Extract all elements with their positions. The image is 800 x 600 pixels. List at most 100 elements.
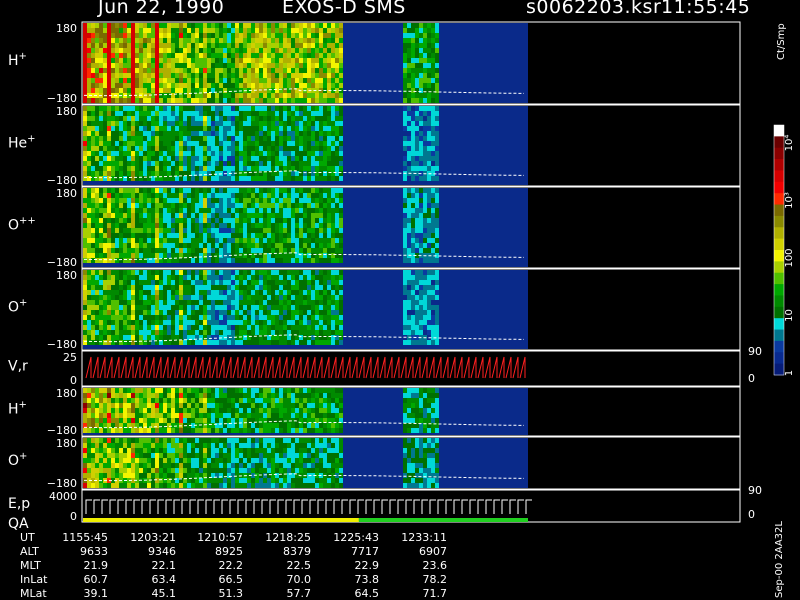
spectrogram-cell xyxy=(131,73,135,78)
spectrogram-cell xyxy=(187,38,191,43)
spectrogram-cell xyxy=(107,248,111,253)
spectrogram-cell xyxy=(291,228,295,233)
spectrogram-cell xyxy=(335,121,339,126)
spectrogram-cell xyxy=(267,188,271,193)
spectrogram-cell xyxy=(331,68,335,73)
spectrogram-cell xyxy=(271,208,275,213)
spectrogram-cell xyxy=(103,213,107,218)
spectrogram-cell xyxy=(107,63,111,68)
spectrogram-cell xyxy=(163,428,167,433)
spectrogram-cell xyxy=(419,270,423,275)
spectrogram-cell xyxy=(203,223,207,228)
spectrogram-cell xyxy=(231,73,235,78)
spectrogram-cell xyxy=(423,218,427,223)
spectrogram-cell xyxy=(307,68,311,73)
spectrogram-cell xyxy=(147,131,151,136)
spectrogram-cell xyxy=(131,88,135,93)
spectrogram-cell xyxy=(335,275,339,280)
spectrogram-cell xyxy=(231,320,235,325)
spectrogram-cell xyxy=(131,161,135,166)
spectrogram-cell xyxy=(103,315,107,320)
y-axis-bottom-label: −180 xyxy=(47,256,77,269)
spectrogram-cell xyxy=(263,295,267,300)
spectrogram-cell xyxy=(275,78,279,83)
spectrogram-cell xyxy=(307,63,311,68)
spectrogram-cell xyxy=(215,223,219,228)
spectrogram-cell xyxy=(291,218,295,223)
spectrogram-cell xyxy=(243,228,247,233)
spectrogram-cell xyxy=(183,275,187,280)
spectrogram-cell xyxy=(235,58,239,63)
spectrogram-cell xyxy=(259,98,263,103)
spectrogram-cell xyxy=(107,325,111,330)
spectrogram-cell xyxy=(195,93,199,98)
spectrogram-cell xyxy=(427,208,431,213)
spectrogram-cell xyxy=(287,146,291,151)
spectrogram-cell xyxy=(279,53,283,58)
spectrogram-cell xyxy=(135,151,139,156)
spectrogram-cell xyxy=(331,233,335,238)
spectrogram-cell xyxy=(323,136,327,141)
spectrogram-cell xyxy=(315,290,319,295)
spectrogram-cell xyxy=(275,151,279,156)
spectrogram-cell xyxy=(271,280,275,285)
spectrogram-cell xyxy=(111,280,115,285)
spectrogram-cell xyxy=(219,320,223,325)
spectrogram-cell xyxy=(251,408,255,413)
spectrogram-cell xyxy=(435,320,439,325)
spectrogram-cell xyxy=(247,146,251,151)
spectrogram-cell xyxy=(251,208,255,213)
spectrogram-cell xyxy=(99,33,103,38)
spectrogram-cell xyxy=(107,285,111,290)
spectrogram-cell xyxy=(295,203,299,208)
spectrogram-cell xyxy=(211,73,215,78)
spectrogram-cell xyxy=(183,330,187,335)
spectrogram-cell xyxy=(431,121,435,126)
spectrogram-cell xyxy=(115,63,119,68)
spectrogram-cell xyxy=(99,88,103,93)
spectrogram-cell xyxy=(183,141,187,146)
spectrogram-cell xyxy=(199,203,203,208)
spectrogram-cell xyxy=(255,300,259,305)
spectrogram-cell xyxy=(311,305,315,310)
spectrogram-cell xyxy=(183,233,187,238)
spectrogram-cell xyxy=(183,393,187,398)
spectrogram-cell xyxy=(335,290,339,295)
spectrogram-cell xyxy=(267,48,271,53)
spectrogram-cell xyxy=(327,53,331,58)
spectrogram-cell xyxy=(171,320,175,325)
spectrogram-cell xyxy=(147,208,151,213)
spectrogram-cell xyxy=(147,228,151,233)
spectrogram-cell xyxy=(163,330,167,335)
spectrogram-cell xyxy=(187,116,191,121)
spectrogram-cell xyxy=(127,208,131,213)
spectrogram-cell xyxy=(187,131,191,136)
spectrogram-cell xyxy=(307,126,311,131)
spectrogram-cell xyxy=(223,98,227,103)
spectrogram-cell xyxy=(207,315,211,320)
spectrogram-cell xyxy=(139,131,143,136)
spectrogram-cell xyxy=(263,151,267,156)
spectrogram-cell xyxy=(283,136,287,141)
spectrogram-cell xyxy=(255,233,259,238)
spectrogram-cell xyxy=(299,295,303,300)
spectrogram-cell xyxy=(403,275,407,280)
spectrogram-cell xyxy=(207,48,211,53)
spectrogram-cell xyxy=(171,53,175,58)
spectrogram-cell xyxy=(327,106,331,111)
spectrogram-cell xyxy=(95,243,99,248)
spectrogram-cell xyxy=(319,310,323,315)
spectrogram-cell xyxy=(339,238,343,243)
spectrogram-cell xyxy=(419,98,423,103)
spectrogram-cell xyxy=(127,198,131,203)
spectrogram-cell xyxy=(299,126,303,131)
spectrogram-cell xyxy=(259,330,263,335)
spectrogram-cell xyxy=(415,228,419,233)
spectrogram-cell xyxy=(183,83,187,88)
spectrogram-cell xyxy=(163,295,167,300)
spectrogram-cell xyxy=(283,166,287,171)
spectrogram-cell xyxy=(163,93,167,98)
spectrogram-cell xyxy=(291,136,295,141)
spectrogram-cell xyxy=(207,166,211,171)
spectrogram-cell xyxy=(403,248,407,253)
